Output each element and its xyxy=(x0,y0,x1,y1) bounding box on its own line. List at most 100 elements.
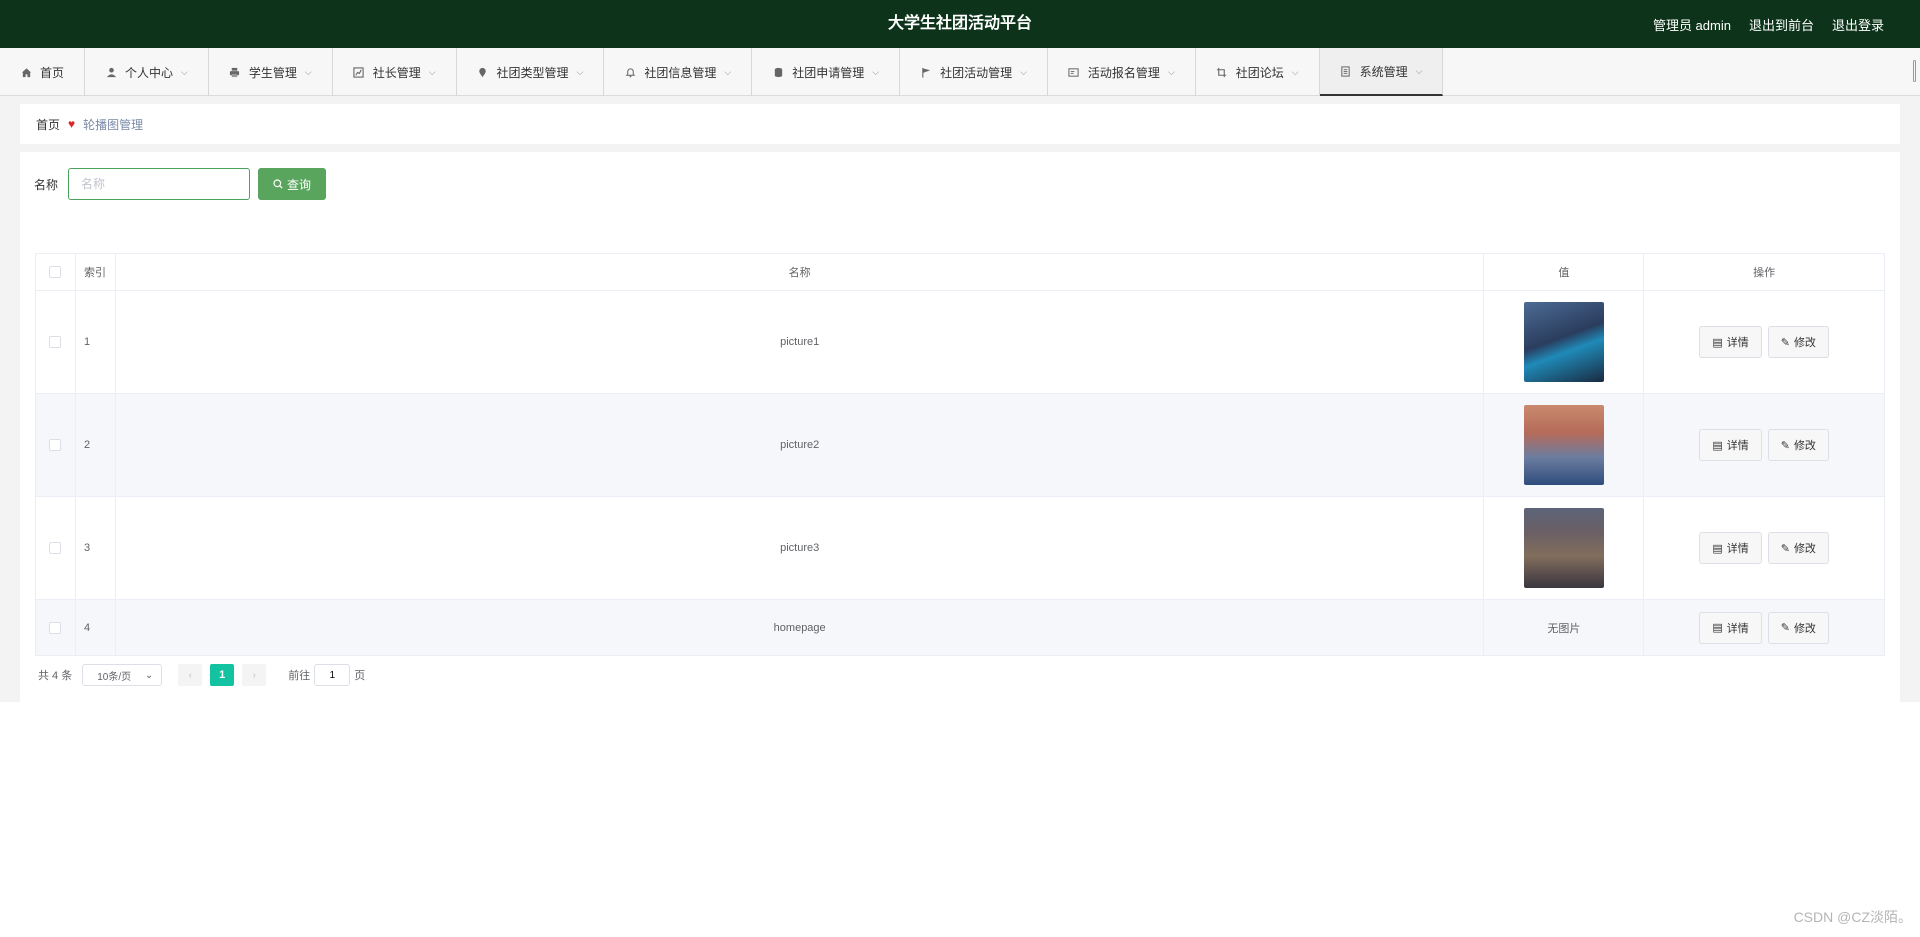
nav-item-label: 活动报名管理 xyxy=(1087,65,1160,80)
pencil-icon: ✎ xyxy=(1780,439,1790,452)
goto-page-input[interactable] xyxy=(314,664,351,686)
row-index: 1 xyxy=(76,291,116,393)
next-page-button[interactable]: › xyxy=(242,664,267,686)
chevron-down-icon: ⌵ xyxy=(1415,65,1423,76)
logout-link[interactable]: 退出登录 xyxy=(1832,15,1884,34)
row-value xyxy=(1484,394,1645,496)
row-actions: ▤ 详情 ✎ 修改 xyxy=(1644,394,1884,496)
nav-scroll-handle[interactable] xyxy=(1913,60,1916,82)
row-checkbox[interactable] xyxy=(49,542,62,554)
nav-item-4[interactable]: 社团类型管理 ⌵ xyxy=(457,48,605,96)
detail-button-label: 详情 xyxy=(1726,440,1749,452)
nav-item-7[interactable]: 社团活动管理 ⌵ xyxy=(900,48,1048,96)
nav-item-label: 社团信息管理 xyxy=(644,65,717,80)
nav-item-label: 个人中心 xyxy=(125,65,174,80)
header-name: 名称 xyxy=(116,254,1485,290)
detail-button-label: 详情 xyxy=(1726,337,1749,349)
prev-page-button[interactable]: ‹ xyxy=(178,664,203,686)
watermark-text: CSDN @CZ淡陌。 xyxy=(1793,909,1912,925)
detail-button[interactable]: ▤ 详情 xyxy=(1699,611,1762,644)
document-icon: ▤ xyxy=(1712,439,1723,452)
row-checkbox[interactable] xyxy=(49,621,62,634)
nav-item-2[interactable]: 学生管理 ⌵ xyxy=(209,48,333,96)
thumbnail-image xyxy=(1523,405,1604,485)
row-value: 无图片 xyxy=(1484,600,1645,655)
row-actions: ▤ 详情 ✎ 修改 xyxy=(1644,291,1884,393)
row-checkbox[interactable] xyxy=(49,336,62,348)
goto-suffix: 页 xyxy=(354,670,366,682)
header-value: 值 xyxy=(1484,254,1645,290)
nav-item-label: 社团申请管理 xyxy=(792,65,865,80)
data-table: 索引 名称 值 操作 1 picture1 ▤ 详情 ✎ 修改 2 picture2 ▤ 详情 ✎ 修… xyxy=(35,253,1885,656)
detail-button-label: 详情 xyxy=(1726,622,1749,635)
search-input[interactable] xyxy=(68,168,251,200)
chevron-down-icon: ⌄ xyxy=(144,669,154,681)
header-checkbox-cell xyxy=(36,254,76,290)
select-all-checkbox[interactable] xyxy=(49,266,62,278)
nav-item-5[interactable]: 社团信息管理 ⌵ xyxy=(604,48,753,96)
nav-item-label: 首页 xyxy=(40,65,65,80)
database-icon xyxy=(772,66,784,78)
edit-button-label: 修改 xyxy=(1793,440,1816,452)
chevron-down-icon: ⌵ xyxy=(181,66,188,77)
nav-item-label: 社团类型管理 xyxy=(496,65,569,80)
chevron-down-icon: ⌵ xyxy=(1020,66,1027,77)
nav-item-label: 学生管理 xyxy=(248,65,297,80)
main-panel: 名称 查询 索引 名称 值 操作 1picture1▤详情✎修改2picture… xyxy=(20,152,1900,702)
row-checkbox-cell xyxy=(36,497,76,599)
page-number-1[interactable]: 1 xyxy=(210,664,235,686)
row-index: 4 xyxy=(76,600,116,655)
header-index: 索引 xyxy=(76,254,116,290)
table-row: 3 picture3 ▤ 详情 ✎ 修改 xyxy=(36,497,1884,600)
edit-button[interactable]: ✎ 修改 xyxy=(1767,429,1829,461)
chevron-down-icon: ⌵ xyxy=(724,66,732,77)
page-size-value: 10条/页 xyxy=(97,671,132,683)
chevron-down-icon: ⌵ xyxy=(1291,66,1299,77)
pencil-icon: ✎ xyxy=(1780,622,1790,634)
detail-button[interactable]: ▤ 详情 xyxy=(1699,532,1762,564)
row-checkbox-cell xyxy=(36,394,76,496)
nav-item-9[interactable]: 社团论坛 ⌵ xyxy=(1196,48,1320,96)
row-actions: ▤ 详情 ✎ 修改 xyxy=(1644,497,1884,599)
breadcrumb-home[interactable]: 首页 xyxy=(36,116,60,133)
table-row: 1 picture1 ▤ 详情 ✎ 修改 xyxy=(36,291,1884,394)
header-ops: 操作 xyxy=(1753,267,1776,279)
postcard-icon xyxy=(1068,66,1080,78)
edit-button[interactable]: ✎ 修改 xyxy=(1767,532,1829,564)
detail-button[interactable]: ▤ 详情 xyxy=(1699,326,1762,358)
table-header-row: 索引 名称 值 操作 xyxy=(36,254,1884,291)
search-bar: 名称 查询 xyxy=(34,168,327,200)
search-button[interactable]: 查询 xyxy=(258,168,327,200)
pagination: 共 4 条 10条/页 ⌄ ‹ 1 › 前往 页 xyxy=(38,664,365,686)
row-checkbox[interactable] xyxy=(49,439,62,451)
table-row: 2 picture2 ▤ 详情 ✎ 修改 xyxy=(36,394,1884,497)
detail-button[interactable]: ▤ 详情 xyxy=(1699,429,1762,461)
document-icon: ▤ xyxy=(1712,622,1723,634)
user-icon xyxy=(105,66,117,78)
printer-icon xyxy=(229,66,241,78)
row-actions: ▤ 详情 ✎ 修改 xyxy=(1644,600,1884,655)
nav-item-8[interactable]: 活动报名管理 ⌵ xyxy=(1048,48,1196,96)
edit-button-label: 修改 xyxy=(1793,622,1816,635)
back-to-front-link[interactable]: 退出到前台 xyxy=(1749,15,1814,34)
nav-item-3[interactable]: 社长管理 ⌵ xyxy=(333,48,457,96)
nav-item-10[interactable]: 系统管理 ⌵ xyxy=(1319,48,1444,96)
edit-button[interactable]: ✎ 修改 xyxy=(1767,326,1829,358)
chevron-down-icon: ⌵ xyxy=(1167,66,1175,77)
nav-item-0[interactable]: 首页 xyxy=(0,48,86,96)
search-label: 名称 xyxy=(34,177,59,192)
thumbnail-image xyxy=(1523,508,1604,588)
table-row: 4 homepage 无图片 ▤ 详情 ✎ 修改 xyxy=(36,600,1884,655)
page-size-select[interactable]: 10条/页 ⌄ xyxy=(82,664,163,686)
flag-icon xyxy=(920,66,932,78)
crop-icon xyxy=(1216,66,1228,78)
top-header: 大学生社团活动平台 管理员 admin 退出到前台 退出登录 xyxy=(0,0,1920,48)
goto-prefix: 前往 xyxy=(288,670,311,682)
edit-button[interactable]: ✎ 修改 xyxy=(1767,611,1829,644)
chart-icon xyxy=(353,66,365,78)
nav-item-6[interactable]: 社团申请管理 ⌵ xyxy=(752,48,901,96)
nav-item-1[interactable]: 个人中心 ⌵ xyxy=(85,48,209,96)
edit-button-label: 修改 xyxy=(1793,543,1816,555)
thumbnail-image xyxy=(1523,302,1604,382)
bell-icon xyxy=(624,66,636,78)
